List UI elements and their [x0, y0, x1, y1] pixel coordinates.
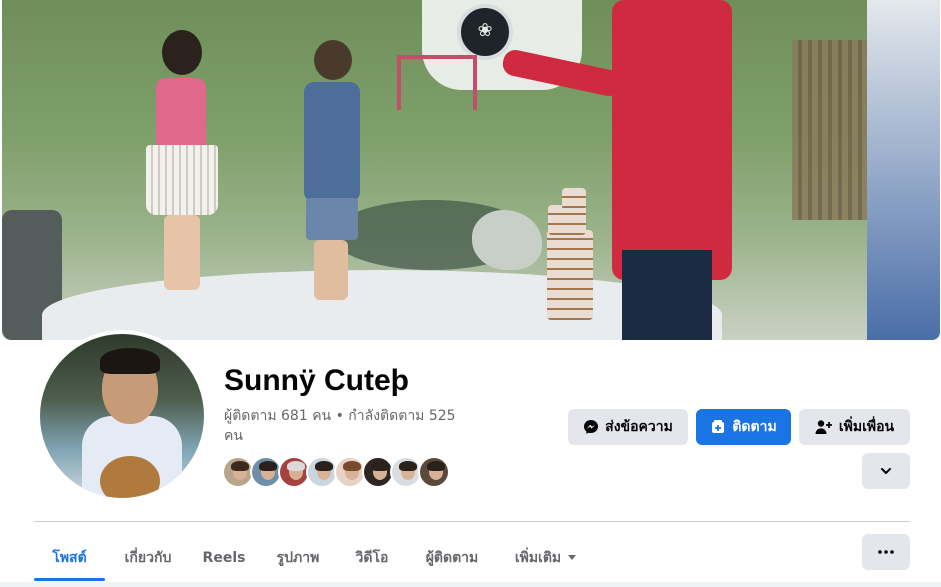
tab-label: รูปภาพ	[276, 550, 320, 566]
friend-avatars	[222, 456, 450, 490]
tab-more[interactable]: เพิ่มเติม	[502, 534, 590, 582]
message-button[interactable]: ส่งข้อความ	[568, 409, 688, 445]
page-bottom-bar	[0, 582, 941, 587]
tab-photos[interactable]: รูปภาพ	[260, 534, 336, 582]
cover-person-right	[867, 0, 940, 340]
tab-label: โพสต์	[52, 550, 87, 566]
follow-button-label: ติดตาม	[732, 419, 777, 435]
cover-rock	[472, 210, 542, 270]
follow-button[interactable]: ติดตาม	[696, 409, 791, 445]
cover-bridge-rail	[397, 55, 477, 110]
add-friend-icon	[815, 419, 833, 435]
cover-photo[interactable]: ❀	[2, 0, 940, 340]
tab-label: เพิ่มเติม	[514, 550, 562, 566]
add-friend-button[interactable]: เพิ่มเพื่อน	[799, 409, 910, 445]
cover-man	[500, 0, 742, 340]
tab-label: เกี่ยวกับ	[124, 550, 172, 566]
messenger-icon	[583, 419, 599, 435]
tabs-more-button[interactable]	[862, 534, 910, 570]
cover-post	[547, 230, 593, 320]
profile-name: Sunnÿ Cuteþ	[224, 364, 409, 397]
profile-divider	[34, 521, 910, 522]
message-button-label: ส่งข้อความ	[605, 419, 673, 435]
tab-about[interactable]: เกี่ยวกับ	[108, 534, 188, 582]
tab-label: ผู้ติดตาม	[425, 550, 479, 566]
tab-reels[interactable]: Reels	[194, 534, 254, 582]
cover-boy	[292, 40, 372, 300]
guitar-image	[100, 456, 160, 498]
caret-down-icon	[567, 550, 577, 566]
cover-round-window: ❀	[457, 4, 513, 60]
tab-posts[interactable]: โพสต์	[34, 534, 105, 582]
friend-avatar[interactable]	[418, 456, 450, 488]
follow-icon	[710, 419, 726, 435]
followers-count[interactable]: ผู้ติดตาม 681 คน • กำลังติดตาม 525 คน	[224, 406, 474, 446]
tab-label: Reels	[202, 550, 246, 566]
tab-followers[interactable]: ผู้ติดตาม	[410, 534, 494, 582]
more-options-button[interactable]	[862, 453, 910, 489]
tab-videos[interactable]: วิดีโอ	[342, 534, 402, 582]
add-friend-button-label: เพิ่มเพื่อน	[838, 419, 895, 435]
active-tab-indicator	[34, 578, 105, 581]
profile-avatar[interactable]	[36, 330, 208, 502]
cover-post	[562, 188, 586, 210]
tab-label: วิดีโอ	[355, 550, 389, 566]
chevron-down-icon	[879, 464, 893, 478]
cover-girl	[142, 30, 222, 290]
ellipsis-icon	[878, 550, 894, 554]
